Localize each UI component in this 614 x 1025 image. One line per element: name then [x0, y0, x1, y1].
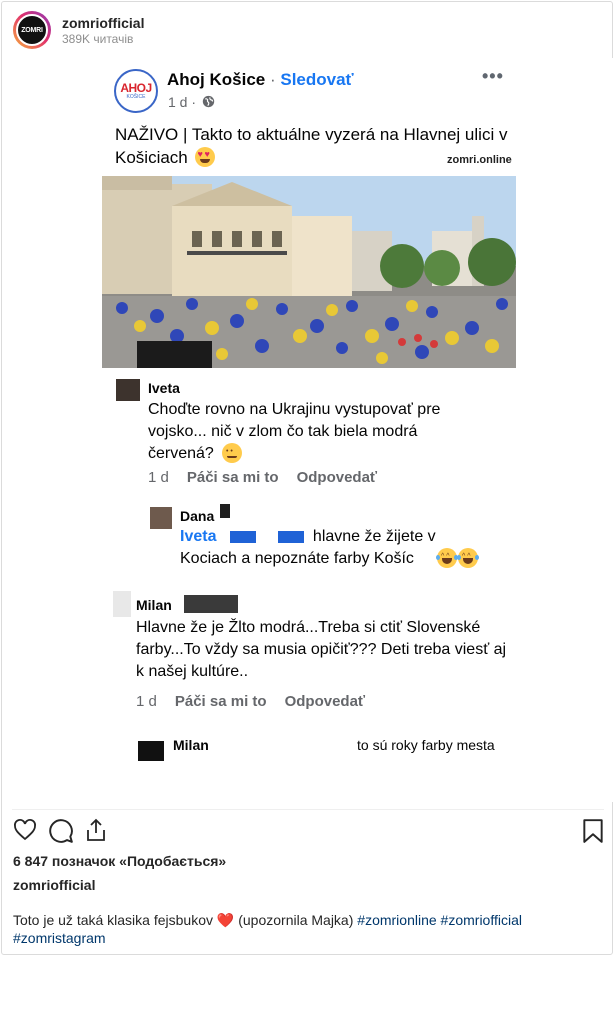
- follow-label: Sledovať: [280, 70, 354, 89]
- redaction-mark: [278, 531, 304, 543]
- crowd-photo-illustration: [102, 176, 516, 368]
- post-image[interactable]: AHOJ KOŠICE Ahoj Košice · Sledovať 1 d ·…: [2, 58, 614, 802]
- redaction-mark: [230, 531, 256, 543]
- comment-time: 1 d: [148, 469, 169, 486]
- post-time: 1 d ·: [168, 94, 215, 110]
- share-icon[interactable]: [84, 817, 108, 843]
- street-photo: [102, 176, 516, 368]
- heart-eyes-emoji-icon: ♥ ♥: [194, 147, 215, 167]
- redaction-mark: [220, 504, 230, 518]
- redaction-mark: [184, 595, 238, 613]
- comment-text: Hlavne že je Žlto modrá...Treba si ctiť …: [136, 619, 507, 680]
- commenter-name: Milan: [136, 597, 172, 613]
- like-count[interactable]: 6 847 позначок «Подобається»: [13, 853, 226, 869]
- comment-meta: 1 d Páči sa mi to Odpovedať: [136, 693, 383, 710]
- comment-text: to sú roky farby mesta: [357, 737, 495, 753]
- caption: Toto je už taká klasika fejsbukov ❤️ (up…: [13, 911, 603, 947]
- reply-action: Odpovedať: [284, 693, 366, 710]
- comment-text: Choďte rovno na Ukrajinu vystupovať pre …: [148, 401, 441, 462]
- commenter-name: Iveta: [148, 380, 180, 396]
- caption-username[interactable]: zomriofficial: [13, 877, 95, 893]
- like-action: Páči sa mi to: [186, 469, 279, 486]
- reply-text: hlavne že žijete v Kociach a nepoznáte f…: [180, 528, 436, 567]
- post-header: ZOMRI zomriofficial 389K читачів: [2, 2, 612, 58]
- red-heart-emoji-icon: ❤️: [216, 912, 235, 928]
- page-name-line: Ahoj Košice · Sledovať: [167, 70, 354, 90]
- caption-text: Toto je už taká klasika fejsbukov: [13, 912, 213, 928]
- time-text: 1 d ·: [168, 94, 197, 110]
- hashtag-link[interactable]: #zomriofficial: [441, 912, 522, 928]
- laughing-emoji-icon: ^ ^: [436, 548, 458, 568]
- follower-count: 389K читачів: [62, 32, 134, 46]
- comment-icon[interactable]: [48, 818, 74, 844]
- laughing-emoji-icon: ^ ^: [457, 548, 479, 568]
- comment-text: Iveta hlavne že žijete v Kociach a nepoz…: [180, 526, 480, 570]
- mention-link: Iveta: [180, 528, 217, 545]
- avatar[interactable]: ZOMRI: [13, 11, 51, 49]
- divider: [12, 809, 604, 810]
- commenter-name: Dana: [180, 508, 215, 524]
- logo-text: AHOJ: [120, 81, 152, 95]
- avatar-logo: ZOMRI: [16, 14, 48, 46]
- reply-action: Odpovedať: [296, 469, 378, 486]
- separator: ·: [265, 70, 281, 89]
- comment-meta: 1 d Páči sa mi to Odpovedať: [148, 469, 395, 486]
- logo-subtext: KOŠICE: [126, 94, 146, 100]
- username-link[interactable]: zomriofficial: [62, 15, 144, 31]
- page-logo: AHOJ KOŠICE: [114, 69, 158, 113]
- commenter-name: Milan: [173, 737, 209, 753]
- commenter-avatar: [138, 741, 164, 761]
- page-name: Ahoj Košice: [167, 70, 266, 89]
- like-action: Páči sa mi to: [174, 693, 267, 710]
- commenter-avatar: [116, 379, 140, 401]
- hashtag-link[interactable]: #zomristagram: [13, 930, 106, 946]
- more-options-icon: •••: [482, 66, 504, 86]
- commenter-avatar: [113, 591, 131, 617]
- source-watermark: zomri.online: [447, 154, 512, 166]
- caption-rest: (upozornila Majka): [238, 912, 354, 928]
- bookmark-icon[interactable]: [582, 818, 604, 844]
- globe-icon: [202, 95, 215, 108]
- instagram-post: ZOMRI zomriofficial 389K читачів AHOJ KO…: [1, 1, 614, 955]
- commenter-avatar: [150, 507, 172, 529]
- comment-time: 1 d: [136, 693, 157, 710]
- heart-icon[interactable]: [12, 818, 38, 842]
- hashtag-link[interactable]: #zomrionline: [357, 912, 436, 928]
- thinking-emoji-icon: • •: [222, 443, 242, 463]
